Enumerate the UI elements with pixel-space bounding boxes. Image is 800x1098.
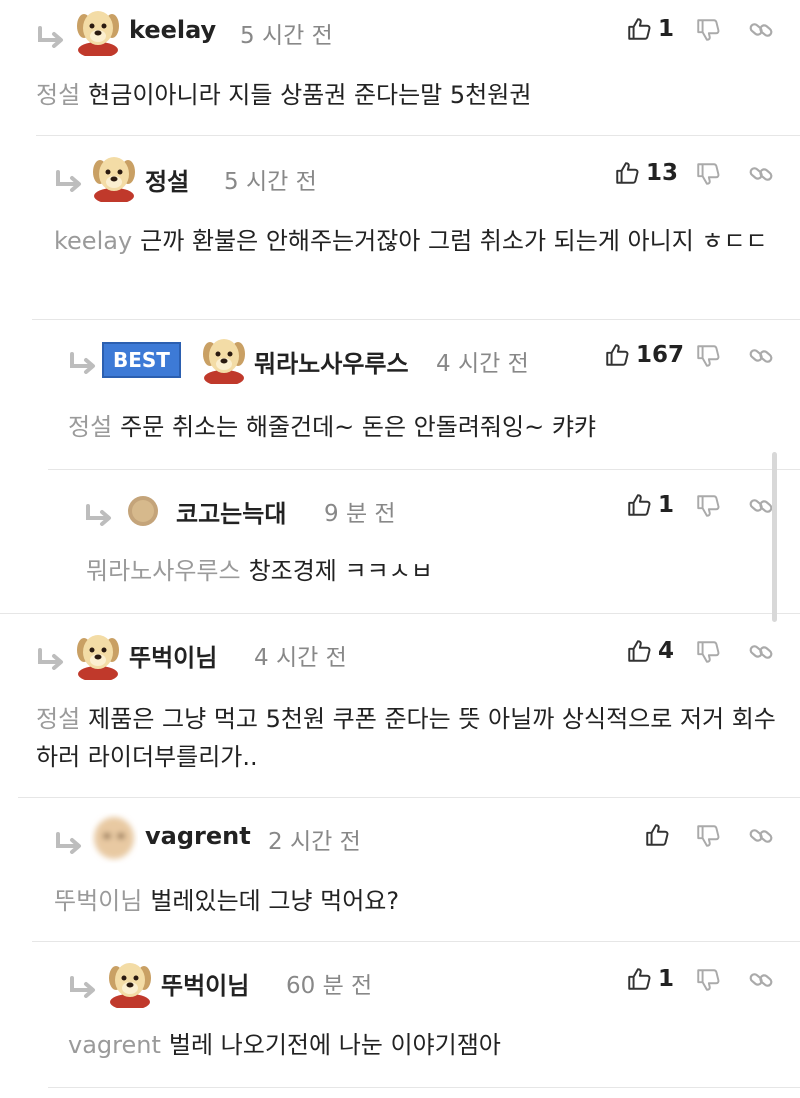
timestamp: 5 시간 전: [240, 23, 333, 49]
comment: 뚜벅이님 4 시간 전 4 정설 제품은 그냥 먹고 5천원 쿠폰 준다는 뜻 아…: [0, 614, 800, 798]
like-count: 1: [658, 966, 675, 992]
divider: [48, 1087, 800, 1088]
reply-arrow-icon: [84, 504, 114, 526]
avatar[interactable]: [88, 150, 140, 202]
mention[interactable]: vagrent: [68, 1031, 161, 1059]
timestamp: 4 시간 전: [436, 351, 529, 377]
mention[interactable]: 정설: [36, 81, 80, 109]
comment-text: 벌레 나오기전에 나눈 이야기잼아: [168, 1031, 501, 1059]
thumbs-down-icon[interactable]: [695, 343, 721, 369]
timestamp: 9 분 전: [324, 501, 396, 527]
like-button[interactable]: 1: [626, 16, 674, 42]
comment-body: 정설 제품은 그냥 먹고 5천원 쿠폰 준다는 뜻 아닐까 상식적으로 저거 회수…: [36, 700, 776, 776]
thumbs-up-icon: [604, 342, 630, 368]
thumbs-down-icon[interactable]: [695, 493, 721, 519]
author-name[interactable]: 코고는늑대: [176, 494, 286, 529]
like-button[interactable]: [644, 822, 676, 848]
timestamp: 5 시간 전: [224, 169, 317, 195]
like-button[interactable]: 1: [626, 966, 674, 992]
link-icon[interactable]: [748, 967, 774, 993]
comment-body: 뚜벅이님 벌레있는데 그냥 먹어요?: [54, 882, 774, 920]
mention[interactable]: 정설: [68, 413, 112, 441]
comment: BEST 뭐라노사우루스 4 시간 전 167 정설 주문 취소는 해줄건데~ 돈…: [0, 320, 800, 470]
mention[interactable]: keelay: [54, 227, 132, 255]
link-icon[interactable]: [748, 639, 774, 665]
like-button[interactable]: 13: [614, 160, 678, 186]
comment-body: keelay 근까 환불은 안해주는거잖아 그럼 취소가 되는게 아니지 ㅎㄷㄷ: [54, 222, 774, 260]
author-name[interactable]: 뚜벅이님: [161, 966, 249, 1001]
comment: vagrent 2 시간 전 뚜벅이님 벌레있는데 그냥 먹어요?: [0, 798, 800, 942]
reply-arrow-icon: [68, 352, 98, 374]
link-icon[interactable]: [748, 161, 774, 187]
comment-text: 주문 취소는 해줄건데~ 돈은 안돌려줘잉~ 캬캬: [120, 413, 596, 441]
comment: 코고는늑대 9 분 전 1 뭐라노사우루스 창조경제 ㅋㅋㅅㅂ: [0, 470, 800, 614]
like-button[interactable]: 1: [626, 492, 674, 518]
author-name[interactable]: keelay: [129, 16, 216, 44]
reply-arrow-icon: [36, 26, 66, 48]
author-name[interactable]: vagrent: [145, 822, 251, 850]
thumbs-up-icon: [614, 160, 640, 186]
comment-text: 창조경제 ㅋㅋㅅㅂ: [248, 557, 433, 585]
avatar[interactable]: [104, 956, 156, 1008]
like-count: 1: [658, 16, 675, 42]
scrollbar[interactable]: [772, 452, 777, 622]
timestamp: 60 분 전: [286, 973, 373, 999]
comment: 정설 5 시간 전 13 keelay 근까 환불은 안해주는거잖아 그럼 취소가…: [0, 136, 800, 320]
like-count: 13: [646, 160, 679, 186]
reply-arrow-icon: [68, 976, 98, 998]
comment-text: 벌레있는데 그냥 먹어요?: [150, 887, 400, 915]
author-name[interactable]: 뭐라노사우루스: [254, 344, 409, 379]
thumbs-down-icon[interactable]: [695, 639, 721, 665]
thumbs-down-icon[interactable]: [695, 823, 721, 849]
comment: 뚜벅이님 60 분 전 1 vagrent 벌레 나오기전에 나눈 이야기잼아: [0, 942, 800, 1088]
like-count: 167: [636, 342, 685, 368]
timestamp: 2 시간 전: [268, 829, 361, 855]
author-name[interactable]: 정설: [145, 162, 189, 197]
thumbs-up-icon: [626, 16, 652, 42]
best-badge: BEST: [102, 342, 181, 378]
thumbs-up-icon: [626, 966, 652, 992]
comment-text: 근까 환불은 안해주는거잖아 그럼 취소가 되는게 아니지 ㅎㄷㄷ: [140, 227, 768, 255]
author-name[interactable]: 뚜벅이님: [129, 638, 217, 673]
link-icon[interactable]: [748, 17, 774, 43]
reply-arrow-icon: [36, 648, 66, 670]
thumbs-down-icon[interactable]: [695, 161, 721, 187]
mention[interactable]: 뚜벅이님: [54, 887, 142, 915]
like-button[interactable]: 4: [626, 638, 674, 664]
comment-body: vagrent 벌레 나오기전에 나눈 이야기잼아: [68, 1026, 768, 1064]
avatar[interactable]: [72, 628, 124, 680]
like-button[interactable]: 167: [604, 342, 684, 368]
thumbs-down-icon[interactable]: [695, 967, 721, 993]
avatar[interactable]: [128, 496, 158, 526]
mention[interactable]: 정설: [36, 705, 80, 733]
comment-body: 정설 현금이아니라 지들 상품권 준다는말 5천원권: [36, 76, 776, 114]
comment: keelay 5 시간 전 1 정설 현금이아니라 지들 상품권 준다는말 5천원…: [0, 0, 800, 136]
avatar[interactable]: [88, 812, 140, 864]
like-count: 1: [658, 492, 675, 518]
thumbs-up-icon: [626, 638, 652, 664]
mention[interactable]: 뭐라노사우루스: [86, 557, 241, 585]
comment-text: 현금이아니라 지들 상품권 준다는말 5천원권: [88, 81, 532, 109]
avatar[interactable]: [198, 332, 250, 384]
reply-arrow-icon: [54, 832, 84, 854]
link-icon[interactable]: [748, 493, 774, 519]
timestamp: 4 시간 전: [254, 645, 347, 671]
like-count: 4: [658, 638, 675, 664]
thumbs-up-icon: [644, 822, 670, 848]
link-icon[interactable]: [748, 343, 774, 369]
link-icon[interactable]: [748, 823, 774, 849]
comment-text: 제품은 그냥 먹고 5천원 쿠폰 준다는 뜻 아닐까 상식적으로 저거 회수하러…: [36, 705, 776, 771]
avatar[interactable]: [72, 4, 124, 56]
thumbs-up-icon: [626, 492, 652, 518]
reply-arrow-icon: [54, 170, 84, 192]
comment-body: 정설 주문 취소는 해줄건데~ 돈은 안돌려줘잉~ 캬캬: [68, 408, 768, 446]
comment-body: 뭐라노사우루스 창조경제 ㅋㅋㅅㅂ: [86, 552, 766, 590]
thumbs-down-icon[interactable]: [695, 17, 721, 43]
